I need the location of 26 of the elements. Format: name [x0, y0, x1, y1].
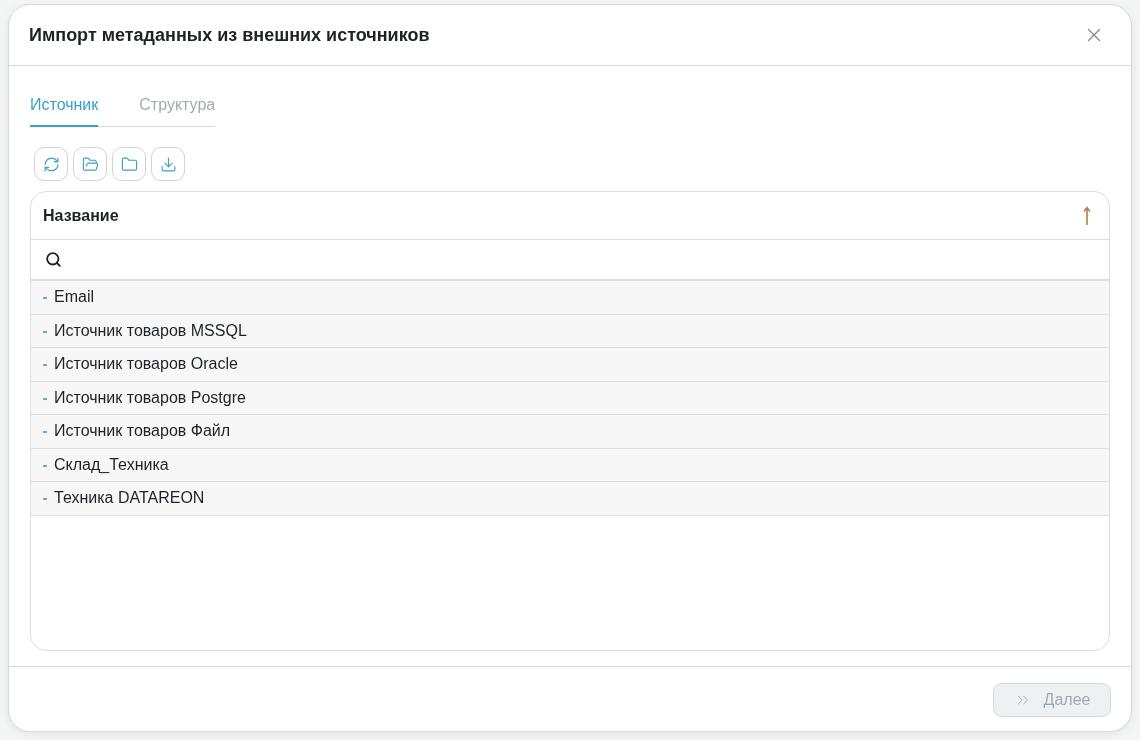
open-folder-button[interactable] [73, 147, 107, 181]
open-folder-icon [81, 155, 99, 173]
column-title: Название [43, 205, 119, 226]
dash-icon [43, 297, 47, 300]
dash-icon [43, 498, 47, 501]
dash-icon [43, 364, 47, 367]
source-row[interactable]: Техника DATAREON [31, 482, 1109, 516]
folder-button[interactable] [112, 147, 146, 181]
dash-icon [43, 464, 47, 467]
refresh-icon [42, 155, 60, 173]
source-row[interactable]: Склад_Техника [31, 448, 1109, 482]
dash-icon [43, 330, 47, 333]
column-header[interactable]: Название [31, 192, 1109, 239]
download-button[interactable] [151, 147, 185, 181]
refresh-button[interactable] [34, 147, 68, 181]
folder-icon [120, 155, 138, 173]
source-row[interactable]: Email [31, 281, 1109, 315]
dash-icon [43, 431, 47, 434]
source-row[interactable]: Источник товаров Oracle [31, 348, 1109, 382]
dialog-title: Импорт метаданных из внешних источников [29, 23, 430, 47]
source-row[interactable]: Источник товаров Файл [31, 415, 1109, 449]
search-icon [45, 251, 62, 268]
source-row[interactable]: Источник товаров MSSQL [31, 314, 1109, 348]
dash-icon [43, 397, 47, 400]
download-icon [159, 155, 177, 173]
source-row[interactable]: Источник товаров Postgre [31, 381, 1109, 415]
